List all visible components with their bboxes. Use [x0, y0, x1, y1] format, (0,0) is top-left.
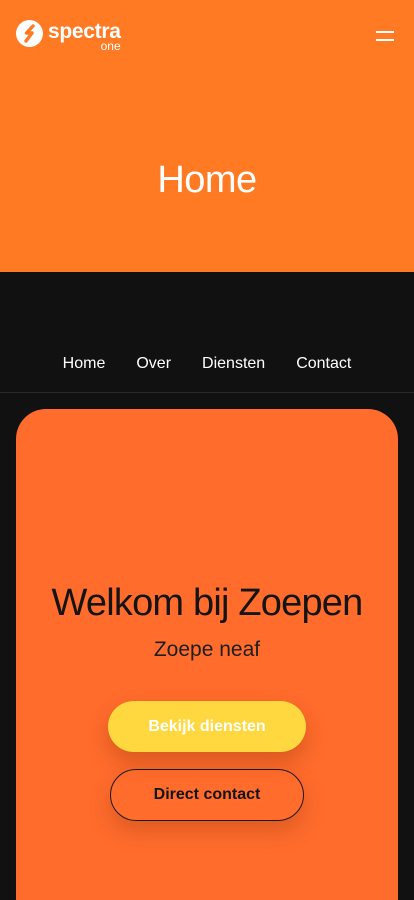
- nav-item-contact[interactable]: Contact: [296, 352, 351, 376]
- nav-divider: [0, 392, 414, 393]
- brand-sub: one: [100, 39, 121, 53]
- brand-wordmark: spectra one: [48, 20, 121, 54]
- hero-title: Welkom bij Zoepen: [51, 582, 364, 624]
- menu-line: [376, 31, 394, 33]
- spectra-s-logo-icon: [16, 20, 43, 47]
- nav-item-over[interactable]: Over: [136, 352, 171, 376]
- brand-logo-link[interactable]: spectra one: [16, 20, 121, 54]
- page-title: Home: [157, 159, 257, 201]
- site-header: spectra one Home: [0, 0, 414, 272]
- hero-subtitle: Zoepe neaf: [153, 638, 261, 661]
- view-services-button[interactable]: Bekijk diensten: [108, 701, 306, 752]
- menu-line: [376, 39, 394, 41]
- page: spectra one Home Home Over Diensten Cont…: [0, 0, 414, 900]
- direct-contact-button[interactable]: Direct contact: [110, 769, 304, 821]
- nav-item-diensten[interactable]: Diensten: [202, 352, 265, 376]
- nav-item-home[interactable]: Home: [63, 352, 106, 376]
- hamburger-menu-icon[interactable]: [376, 30, 394, 42]
- main-navigation: Home Over Diensten Contact: [0, 350, 414, 378]
- hero-card: Welkom bij Zoepen Zoepe neaf Bekijk dien…: [16, 409, 398, 900]
